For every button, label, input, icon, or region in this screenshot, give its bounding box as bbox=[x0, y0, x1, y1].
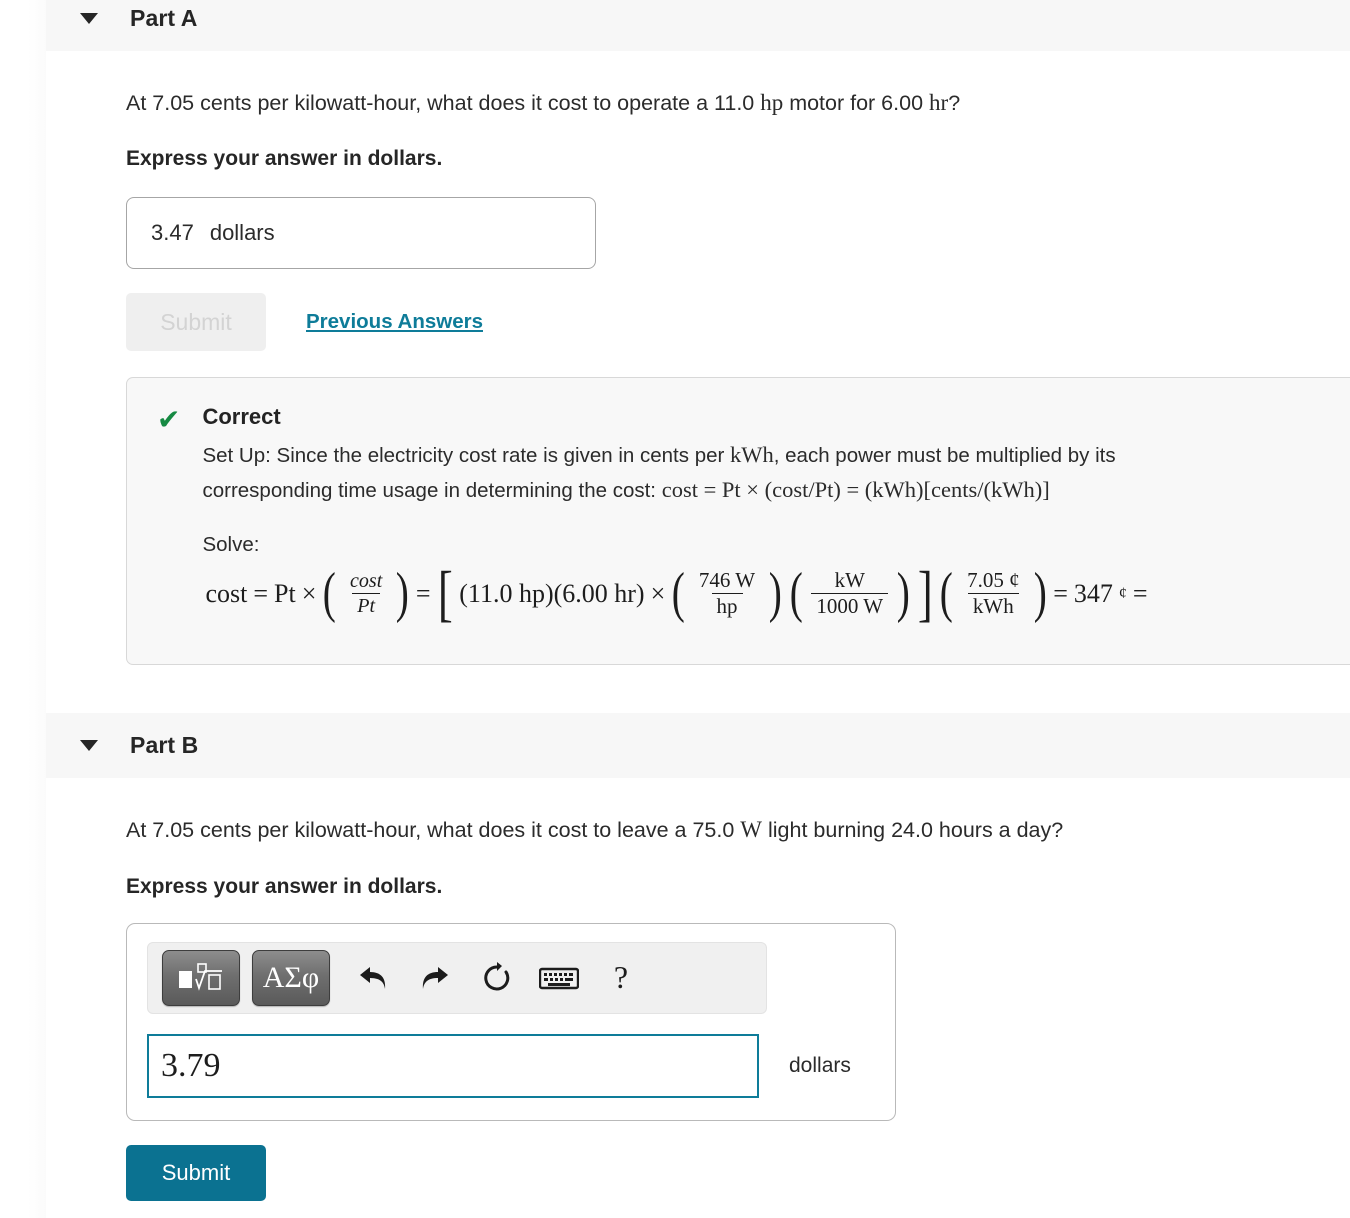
paren-open-1: ( bbox=[323, 562, 337, 625]
content-column: Part A At 7.05 cents per kilowatt-hour, … bbox=[46, 0, 1350, 1201]
feedback-solve-label: Solve: bbox=[202, 532, 260, 556]
feedback-setup-line-1: Set Up: Since the electricity cost rate … bbox=[202, 438, 1345, 472]
frac1-numerator: cost bbox=[350, 569, 383, 592]
greek-symbols-button[interactable]: ΑΣφ bbox=[252, 949, 330, 1006]
part-b-header[interactable]: Part B bbox=[46, 713, 1350, 780]
feedback-equation: cost = Pt × ( cost Pt ) = [(11.0 hp)(6.… bbox=[202, 559, 1345, 628]
question-text-pre: At 7.05 cents per kilowatt-hour, what do… bbox=[126, 91, 761, 115]
chevron-down-icon[interactable] bbox=[80, 740, 98, 752]
setup-text-b: , each power must be multiplied by its bbox=[773, 444, 1116, 468]
keyboard-icon[interactable] bbox=[528, 951, 590, 1005]
undo-arrow-icon[interactable] bbox=[342, 951, 404, 1005]
part-a-header[interactable]: Part A bbox=[46, 0, 1350, 52]
fraction-kw-over-1000w: kW 1000 W bbox=[811, 567, 889, 619]
chevron-down-icon[interactable] bbox=[80, 13, 98, 24]
part-a-answer-value: 3.47 bbox=[151, 220, 194, 246]
frac4-denominator: kWh bbox=[967, 593, 1019, 619]
part-a-submit-button: Submit bbox=[126, 293, 266, 352]
part-a-previous-answers-link[interactable]: Previous Answers bbox=[306, 310, 483, 334]
part-a-bottom-spacer bbox=[126, 665, 1350, 690]
math-toolbar: ΑΣφ ? bbox=[147, 941, 767, 1014]
reset-circular-arrow-icon[interactable] bbox=[466, 951, 528, 1005]
frac3-numerator: kW bbox=[834, 567, 865, 592]
left-gutter bbox=[0, 0, 46, 1218]
frac4-numerator: 7.05 ¢ bbox=[967, 567, 1020, 592]
greek-symbols-label: ΑΣφ bbox=[262, 960, 320, 994]
part-a-action-row: Submit Previous Answers bbox=[126, 293, 1350, 352]
eq-equals-2: = bbox=[415, 578, 431, 608]
math-template-icon[interactable] bbox=[162, 949, 240, 1006]
part-b-answer-units: dollars bbox=[789, 1053, 851, 1077]
paren-open-3: ( bbox=[789, 562, 803, 625]
eq-result-value: 347 bbox=[1073, 578, 1113, 608]
part-a-question: At 7.05 cents per kilowatt-hour, what do… bbox=[126, 86, 1350, 119]
part-b-body: At 7.05 cents per kilowatt-hour, what do… bbox=[46, 813, 1350, 1201]
part-b-question: At 7.05 cents per kilowatt-hour, what do… bbox=[126, 813, 1350, 846]
partb-question-post: light burning 24.0 hours a day? bbox=[762, 818, 1064, 843]
paren-open-4: ( bbox=[940, 562, 954, 625]
part-a-answer-units: dollars bbox=[209, 220, 275, 246]
part-a-express-instruction: Express your answer in dollars. bbox=[126, 147, 443, 171]
bracket-close: ] bbox=[917, 559, 933, 628]
feedback-content: Correct Set Up: Since the electricity co… bbox=[202, 404, 1345, 628]
fraction-rate-over-kwh: 7.05 ¢ kWh bbox=[962, 567, 1025, 619]
part-a-body: At 7.05 cents per kilowatt-hour, what do… bbox=[46, 86, 1350, 690]
setup-text-a: Set Up: Since the electricity cost rate … bbox=[202, 444, 731, 468]
question-unit-hp: hp bbox=[760, 90, 784, 115]
eq-times-1: × bbox=[301, 578, 317, 608]
part-a-feedback-panel: ✔ Correct Set Up: Since the electricity … bbox=[126, 377, 1350, 666]
part-b-title: Part B bbox=[130, 732, 199, 759]
question-text-mid: motor for 6.00 bbox=[783, 91, 930, 115]
question-unit-hr: hr bbox=[929, 90, 949, 115]
part-b-express-instruction: Express your answer in dollars. bbox=[126, 874, 443, 898]
partb-question-unit-w: W bbox=[740, 817, 763, 843]
feedback-setup-line-2: corresponding time usage in determining … bbox=[202, 473, 1345, 507]
fraction-746w-over-hp: 746 W hp bbox=[694, 567, 760, 619]
paren-close-1: ) bbox=[396, 562, 410, 625]
setup-text-c: corresponding time usage in determining … bbox=[202, 478, 662, 502]
part-b-answer-value: 3.79 bbox=[161, 1046, 221, 1084]
part-a-answer-field[interactable]: 3.47 dollars bbox=[126, 197, 596, 270]
eq-equals-3: = bbox=[1053, 578, 1068, 608]
feedback-status-title: Correct bbox=[202, 404, 281, 430]
frac2-denominator: hp bbox=[711, 593, 743, 619]
bracket-open: [ bbox=[437, 559, 453, 628]
fraction-cost-over-pt: cost Pt bbox=[345, 570, 387, 618]
frac3-denominator: 1000 W bbox=[811, 593, 889, 619]
check-icon: ✔ bbox=[157, 404, 181, 436]
paren-close-3: ) bbox=[896, 562, 910, 625]
paren-close-4: ) bbox=[1033, 562, 1047, 625]
eq-term-1: (11.0 hp)(6.00 hr) bbox=[459, 578, 645, 608]
eq-pt: Pt bbox=[274, 578, 296, 608]
partb-question-pre: At 7.05 cents per kilowatt-hour, what do… bbox=[126, 818, 741, 843]
eq-equals-4: = bbox=[1132, 578, 1148, 608]
help-question-label: ? bbox=[613, 959, 629, 996]
paren-open-2: ( bbox=[672, 562, 686, 625]
redo-arrow-icon[interactable] bbox=[404, 951, 466, 1005]
help-question-icon[interactable]: ? bbox=[590, 951, 652, 1005]
part-a-title: Part A bbox=[130, 5, 198, 31]
part-b-submit-button[interactable]: Submit bbox=[126, 1144, 266, 1201]
eq-equals-1: = bbox=[253, 578, 269, 608]
paren-close-2: ) bbox=[768, 562, 782, 625]
eq-lhs: cost bbox=[205, 578, 248, 608]
setup-math-kwh: kWh bbox=[730, 442, 774, 468]
frac2-numerator: 746 W bbox=[698, 567, 756, 592]
part-b-answer-widget: ΑΣφ ? 3.79 dollars bbox=[126, 922, 896, 1121]
part-b-answer-row: 3.79 dollars bbox=[147, 1033, 875, 1098]
part-b-answer-input[interactable]: 3.79 bbox=[147, 1033, 759, 1098]
question-text-post: ? bbox=[948, 91, 961, 115]
feedback-head: ✔ Correct Set Up: Since the electricity … bbox=[157, 404, 1345, 628]
setup-math-costformula: cost = Pt × (cost/Pt) = (kWh)[cents/(kWh… bbox=[661, 476, 1050, 502]
page-viewport: Part A At 7.05 cents per kilowatt-hour, … bbox=[0, 0, 1350, 1218]
eq-times-2: × bbox=[650, 578, 666, 608]
frac1-denominator: Pt bbox=[352, 593, 381, 617]
eq-result-unit: ¢ bbox=[1118, 584, 1127, 602]
